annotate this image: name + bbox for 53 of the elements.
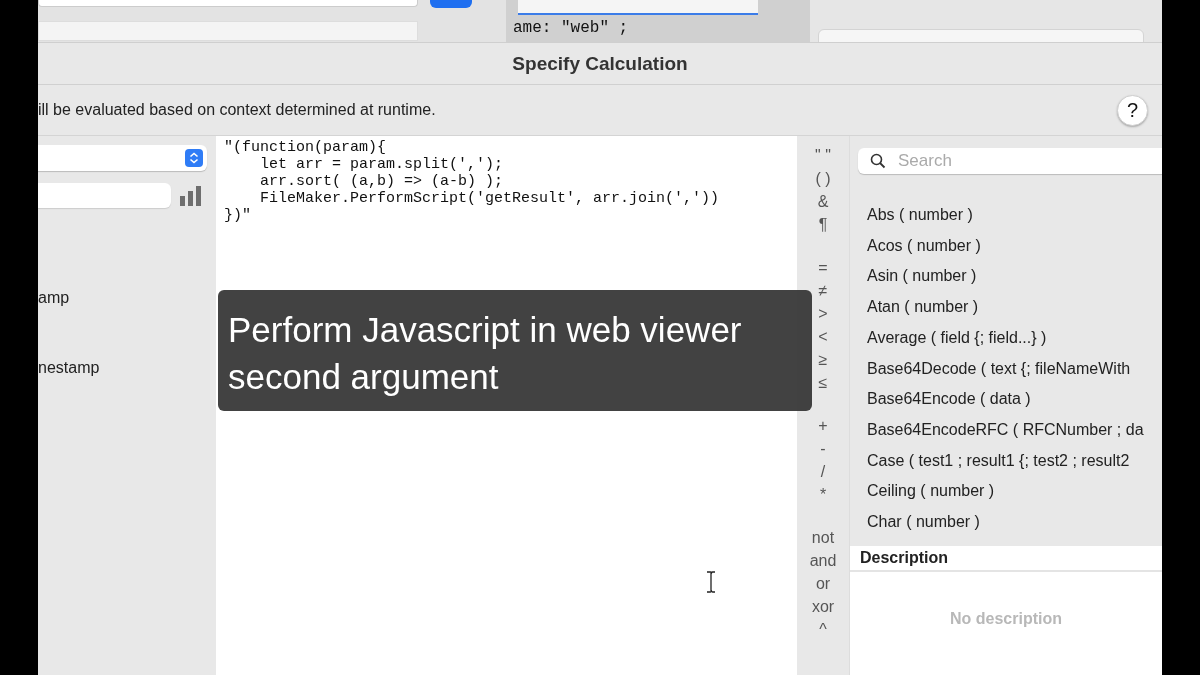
operator-button[interactable]: not	[811, 526, 835, 549]
formula-line: })"	[224, 207, 252, 224]
function-list-item[interactable]: Base64Decode ( text {; fileNameWith	[867, 353, 1131, 385]
description-text: No description	[950, 609, 1062, 629]
function-list-item[interactable]: Base64Encode ( data )	[867, 384, 1031, 415]
operator-button[interactable]: or	[815, 572, 831, 595]
caption-text: second argument	[228, 356, 500, 398]
search-field[interactable]: Search	[858, 148, 1162, 174]
search-icon	[870, 153, 886, 169]
operator-button[interactable]: *	[819, 483, 827, 506]
text-cursor-icon	[706, 571, 716, 593]
operator-button[interactable]: <	[818, 325, 828, 348]
operator-button[interactable]: >	[818, 302, 828, 325]
function-list-item[interactable]: Acos ( number )	[867, 230, 981, 262]
description-heading: Description	[860, 548, 948, 566]
formula-line: let arr = param.split(',');	[259, 156, 505, 173]
code-text: ame: "web" ;	[512, 18, 630, 37]
function-list-item[interactable]: Char ( number )	[867, 507, 980, 538]
field-list-item[interactable]: nestamp	[38, 359, 100, 377]
table-dropdown[interactable]	[38, 145, 207, 171]
operator-button[interactable]: ( )	[815, 167, 831, 190]
function-list-item[interactable]: Atan ( number )	[867, 292, 979, 323]
field-list-item[interactable]: amp	[38, 289, 70, 307]
function-list-item[interactable]: Average ( field {; field...} )	[867, 322, 1047, 354]
function-list-item[interactable]: Abs ( number )	[867, 200, 973, 231]
dialog-title: Specify Calculation	[512, 52, 688, 75]
operator-button[interactable]: /	[820, 460, 826, 483]
toolbar-button[interactable]	[430, 0, 472, 8]
stepper-icon	[185, 149, 203, 167]
operator-button[interactable]: xor	[811, 595, 835, 618]
operator-button[interactable]: -	[820, 437, 826, 460]
operator-button[interactable]: ≤	[818, 371, 828, 394]
operator-button[interactable]: =	[818, 256, 828, 279]
operator-button[interactable]: and	[809, 549, 837, 572]
operator-button[interactable]: &	[817, 190, 829, 213]
function-list-item[interactable]: Base64EncodeRFC ( RFCNumber ; da	[867, 414, 1144, 446]
help-button[interactable]: ?	[1117, 94, 1148, 126]
function-list-item[interactable]: Case ( test1 ; result1 {; test2 ; result2	[867, 445, 1130, 477]
operator-button[interactable]: ¶	[818, 213, 828, 236]
operator-button[interactable]: ^	[819, 618, 827, 641]
operator-button[interactable]: " "	[815, 144, 831, 167]
formula-line: arr.sort( (a,b) => (a-b) );	[259, 173, 505, 190]
function-list-item[interactable]: Asin ( number )	[867, 261, 977, 293]
operator-button[interactable]: ≥	[818, 348, 828, 371]
operator-button[interactable]: +	[818, 414, 828, 437]
context-note: ill be evaluated based on context determined at runtime.	[38, 101, 436, 119]
operator-button[interactable]: ≠	[818, 279, 828, 302]
function-list-item[interactable]: Ceiling ( number )	[867, 476, 995, 508]
formula-line: FileMaker.PerformScript('getResult', arr.join(','))	[259, 190, 721, 207]
formula-line: "(function(param){	[224, 139, 388, 156]
filter-field[interactable]	[38, 183, 171, 208]
caption-text: Perform Javascript in web viewer	[228, 309, 743, 351]
sort-bars-icon[interactable]	[180, 185, 201, 206]
